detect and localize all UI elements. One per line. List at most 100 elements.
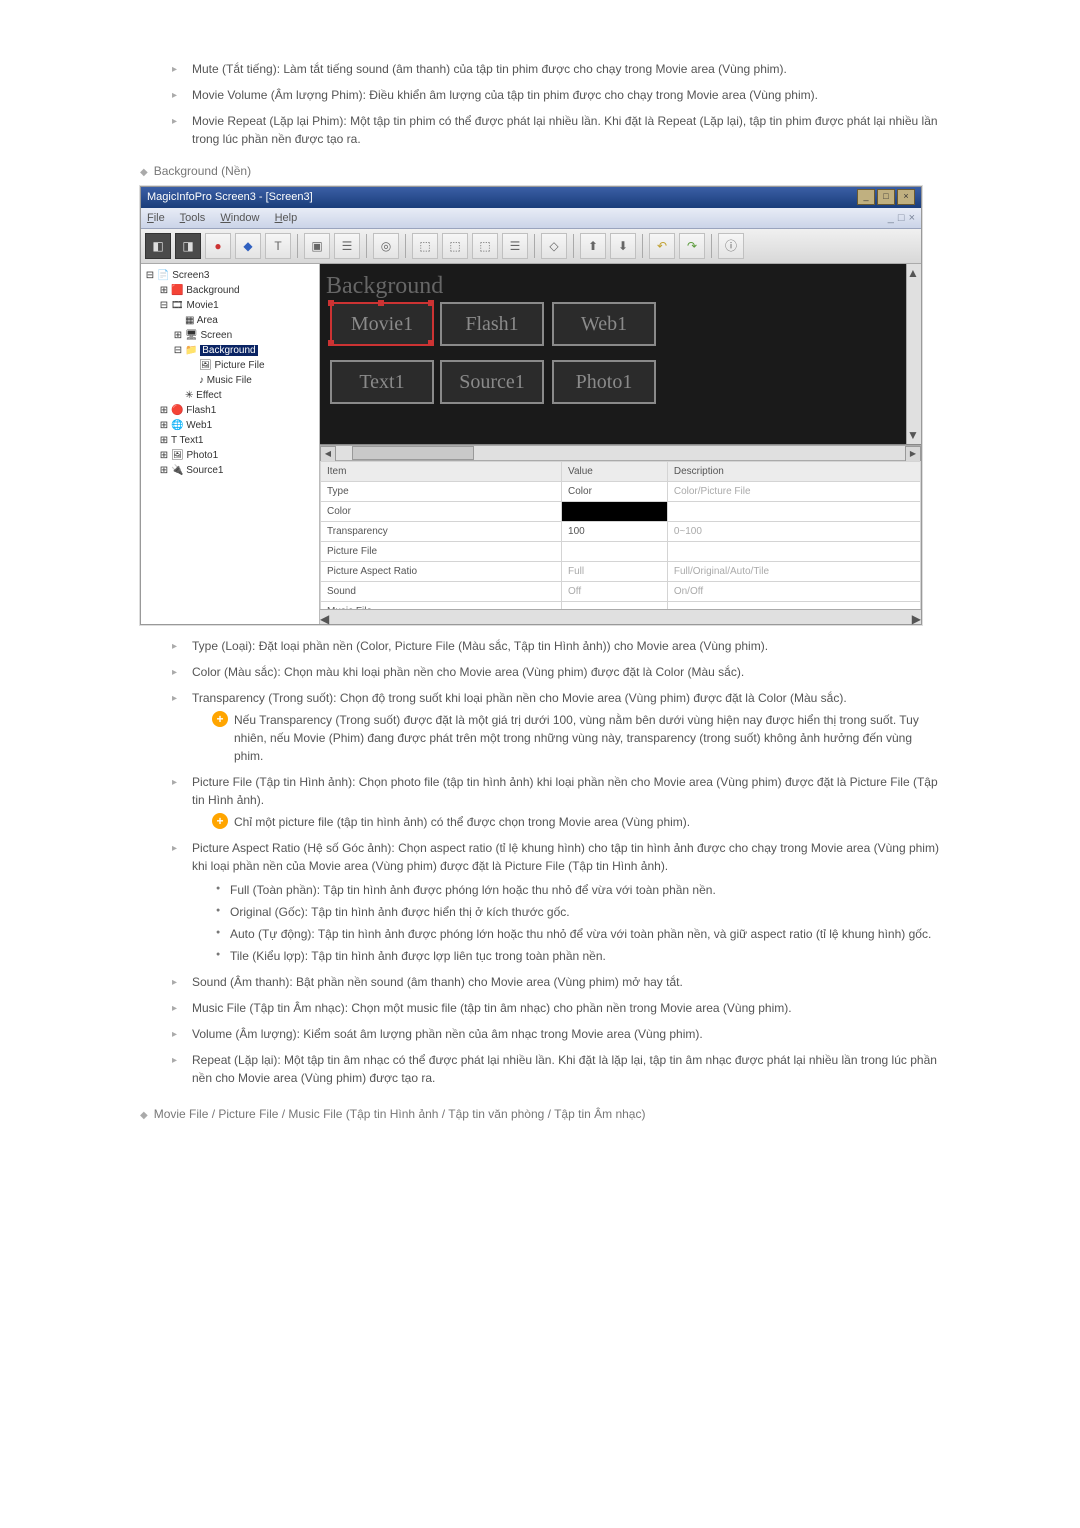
description-list: Type (Loại): Đặt loại phần nền (Color, P…	[172, 637, 940, 1087]
table-row[interactable]: TypeColorColor/Picture File	[321, 482, 921, 502]
canvas-panel[interactable]: Source1	[440, 360, 544, 404]
note: Chỉ một picture file (tập tin hình ảnh) …	[212, 813, 940, 831]
scroll-right-icon[interactable]: ▶	[912, 610, 921, 624]
list-item: Repeat (Lặp lại): Một tập tin âm nhạc có…	[172, 1051, 940, 1087]
table-header-row: Item Value Description	[321, 462, 921, 482]
list-item: Transparency (Trong suốt): Chọn độ trong…	[172, 689, 940, 765]
scroll-down-icon[interactable]: ▼	[907, 426, 921, 444]
canvas-area[interactable]: Background Movie1 Flash1 Web1 Text1 Sour…	[320, 264, 921, 445]
bottom-scrollbar[interactable]: ◀ ▶	[320, 609, 921, 624]
list-item: Movie Repeat (Lặp lại Phim): Một tập tin…	[172, 112, 940, 148]
info-icon[interactable]: ⓘ	[718, 233, 744, 259]
table-row[interactable]: Music File	[321, 602, 921, 610]
tool-icon[interactable]: ⬚	[472, 233, 498, 259]
tree-item[interactable]: Screen	[200, 330, 232, 341]
canvas-title: Background	[326, 268, 443, 304]
scroll-thumb[interactable]	[352, 446, 474, 460]
toolbar-separator	[366, 234, 367, 258]
tool-icon[interactable]: ◧	[145, 233, 171, 259]
toolbar: ◧ ◨ ● ◆ T ▣ ☰ ◎ ⬚ ⬚ ⬚ ☰ ◇ ⬆ ⬇ ↶ ↷ ⓘ	[141, 229, 921, 264]
scroll-right-icon[interactable]: ▶	[905, 446, 921, 462]
list-item: Music File (Tập tin Âm nhạc): Chọn một m…	[172, 999, 940, 1017]
sub-item: Auto (Tự động): Tập tin hình ảnh được ph…	[216, 925, 940, 943]
tool-icon[interactable]: ▣	[304, 233, 330, 259]
tree-item[interactable]: Photo1	[186, 450, 218, 461]
canvas-panel[interactable]: Flash1	[440, 302, 544, 346]
maximize-button[interactable]: □	[877, 189, 895, 205]
list-item: Picture Aspect Ratio (Hệ số Góc ảnh): Ch…	[172, 839, 940, 965]
list-item: Mute (Tắt tiếng): Làm tắt tiếng sound (â…	[172, 60, 940, 78]
close-button[interactable]: ×	[897, 189, 915, 205]
redo-icon[interactable]: ↷	[679, 233, 705, 259]
canvas-panel[interactable]: Movie1	[330, 302, 434, 346]
send-back-icon[interactable]: ⬇	[610, 233, 636, 259]
intro-bullet-list: Mute (Tắt tiếng): Làm tắt tiếng sound (â…	[172, 60, 940, 148]
table-row[interactable]: SoundOffOn/Off	[321, 582, 921, 602]
tree-item[interactable]: Movie1	[186, 300, 218, 311]
menu-window[interactable]: Window	[220, 212, 259, 224]
mdi-close[interactable]: ×	[909, 210, 915, 227]
scroll-left-icon[interactable]: ◀	[320, 610, 329, 624]
tool-icon[interactable]: ⬚	[412, 233, 438, 259]
sub-item: Tile (Kiểu lợp): Tập tin hình ảnh được l…	[216, 947, 940, 965]
text-icon[interactable]: T	[265, 233, 291, 259]
note: Nếu Transparency (Trong suốt) được đặt l…	[212, 711, 940, 765]
canvas-panel[interactable]: Web1	[552, 302, 656, 346]
sub-item: Original (Gốc): Tập tin hình ảnh được hi…	[216, 903, 940, 921]
tool-icon[interactable]: ◆	[235, 233, 261, 259]
undo-icon[interactable]: ↶	[649, 233, 675, 259]
menu-help[interactable]: Help	[275, 212, 298, 224]
tree-root[interactable]: Screen3	[172, 270, 209, 281]
tool-icon[interactable]: ●	[205, 233, 231, 259]
col-value: Value	[562, 462, 668, 482]
item-text: Picture Aspect Ratio (Hệ số Góc ảnh): Ch…	[192, 841, 939, 873]
mdi-restore[interactable]: □	[898, 210, 905, 227]
tool-icon[interactable]: ◇	[541, 233, 567, 259]
minimize-button[interactable]: _	[857, 189, 875, 205]
properties-table: Item Value Description TypeColorColor/Pi…	[320, 461, 921, 609]
toolbar-separator	[297, 234, 298, 258]
col-item: Item	[321, 462, 562, 482]
tree-item[interactable]: Web1	[186, 420, 212, 431]
scroll-up-icon[interactable]: ▲	[907, 264, 921, 282]
properties-pane: Item Value Description TypeColorColor/Pi…	[320, 461, 921, 609]
window-controls: _ □ ×	[857, 189, 915, 205]
tree-item[interactable]: Source1	[186, 465, 223, 476]
tree-item[interactable]: Background	[186, 285, 239, 296]
h-scrollbar[interactable]: ◀ ▶	[320, 445, 921, 461]
tree-item[interactable]: Effect	[196, 390, 221, 401]
canvas-panel[interactable]: Photo1	[552, 360, 656, 404]
tree-item[interactable]: Picture File	[214, 360, 264, 371]
list-item: Sound (Âm thanh): Bật phần nền sound (âm…	[172, 973, 940, 991]
table-row[interactable]: Transparency1000~100	[321, 522, 921, 542]
sub-item: Full (Toàn phần): Tập tin hình ảnh được …	[216, 881, 940, 899]
tree-item-selected[interactable]: Background	[200, 345, 257, 356]
table-row[interactable]: Picture File	[321, 542, 921, 562]
tree-item[interactable]: Flash1	[186, 405, 216, 416]
scroll-left-icon[interactable]: ◀	[320, 446, 336, 462]
menu-tools[interactable]: Tools	[180, 212, 206, 224]
bring-front-icon[interactable]: ⬆	[580, 233, 606, 259]
table-row[interactable]: Color	[321, 502, 921, 522]
app-window: MagicInfoPro Screen3 - [Screen3] _ □ × F…	[140, 186, 922, 625]
tree-item[interactable]: Music File	[207, 375, 252, 386]
tool-icon[interactable]: ☰	[502, 233, 528, 259]
canvas-panel[interactable]: Text1	[330, 360, 434, 404]
tool-icon[interactable]: ◨	[175, 233, 201, 259]
list-item: Volume (Âm lượng): Kiểm soát âm lượng ph…	[172, 1025, 940, 1043]
titlebar: MagicInfoPro Screen3 - [Screen3] _ □ ×	[141, 187, 921, 208]
tool-icon[interactable]: ◎	[373, 233, 399, 259]
tree-pane: ⊟📄 Screen3 ⊞🟥 Background ⊟🎞 Movie1 ▦ Are…	[141, 264, 320, 624]
toolbar-separator	[573, 234, 574, 258]
mdi-minimize[interactable]: _	[888, 210, 894, 227]
list-item: Type (Loại): Đặt loại phần nền (Color, P…	[172, 637, 940, 655]
section-heading: Background (Nền)	[140, 162, 940, 180]
table-row[interactable]: Picture Aspect RatioFullFull/Original/Au…	[321, 562, 921, 582]
tool-icon[interactable]: ☰	[334, 233, 360, 259]
tree-item[interactable]: Area	[197, 315, 218, 326]
footer-heading: Movie File / Picture File / Music File (…	[140, 1105, 940, 1123]
menubar: File Tools Window Help _ □ ×	[141, 208, 921, 230]
tool-icon[interactable]: ⬚	[442, 233, 468, 259]
tree-item[interactable]: Text1	[180, 435, 204, 446]
menu-file[interactable]: File	[147, 212, 165, 224]
